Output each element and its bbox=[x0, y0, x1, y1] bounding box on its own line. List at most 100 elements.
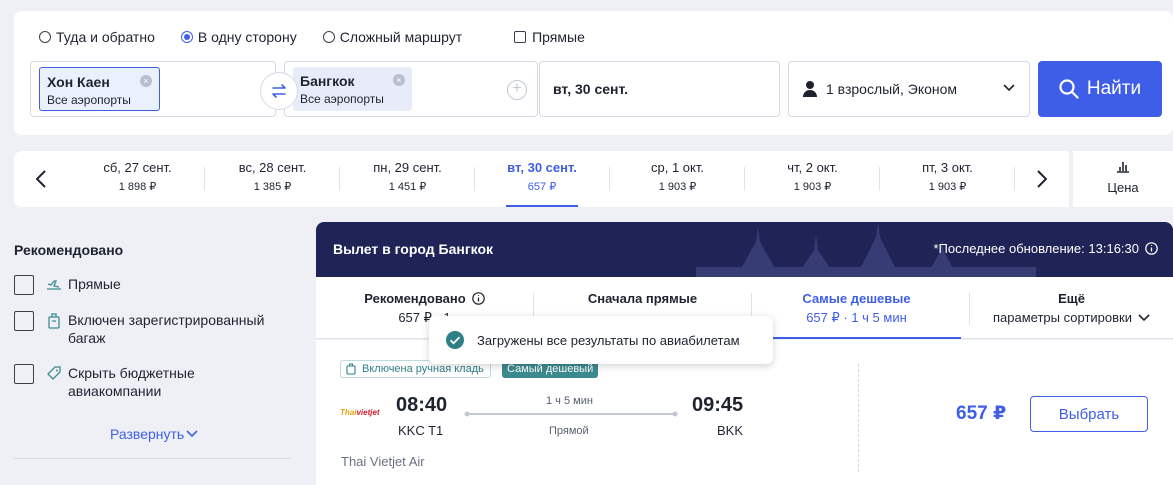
clear-destination-icon[interactable]: × bbox=[392, 74, 405, 86]
sort-title: Сначала прямые bbox=[587, 291, 698, 306]
radio-round[interactable] bbox=[39, 31, 51, 43]
filter-direct[interactable]: Прямые bbox=[14, 275, 121, 295]
swap-icon bbox=[272, 84, 286, 98]
info-icon[interactable] bbox=[471, 292, 485, 305]
luggage-icon bbox=[48, 313, 60, 329]
date-option[interactable]: ср, 1 окт. 1 903 ₽ bbox=[610, 151, 745, 207]
flight-duration: 1 ч 5 мин bbox=[546, 395, 593, 407]
trip-type-round-label: Туда и обратно bbox=[56, 29, 155, 45]
luggage-icon bbox=[346, 363, 356, 375]
arrival-time: 09:45 bbox=[692, 394, 744, 416]
destination-airports: Все аэропорты bbox=[300, 92, 384, 106]
date-option-selected[interactable]: вт, 30 сент. 657 ₽ bbox=[506, 151, 578, 207]
search-icon bbox=[1059, 79, 1079, 99]
trip-type-oneway[interactable]: В одну сторону bbox=[180, 29, 297, 45]
date-field[interactable]: вт, 30 сент. bbox=[539, 61, 780, 117]
sort-cheapest[interactable]: Самые дешевые 657 ₽ · 1 ч 5 мин bbox=[752, 277, 961, 339]
arrival-airport: BKK bbox=[717, 423, 744, 438]
expand-label: Развернуть bbox=[110, 426, 185, 442]
airline-logo-text: vietjet bbox=[356, 408, 380, 417]
info-icon[interactable] bbox=[1145, 242, 1158, 255]
direct-only-checkbox[interactable]: Прямые bbox=[514, 29, 585, 45]
date-option[interactable]: чт, 2 окт. 1 903 ₽ bbox=[745, 151, 880, 207]
search-panel: Туда и обратно В одну сторону Сложный ма… bbox=[14, 11, 1173, 135]
expand-filters-button[interactable]: Развернуть bbox=[110, 426, 198, 442]
date-option-label: сб, 27 сент. bbox=[103, 160, 172, 175]
divider bbox=[858, 364, 859, 472]
ticket-price: 657 ₽ bbox=[956, 403, 1007, 424]
chevron-down-icon bbox=[1138, 313, 1150, 321]
date-option-price: 1 385 ₽ bbox=[253, 181, 292, 193]
date-option-price: 1 903 ₽ bbox=[928, 181, 967, 193]
search-button-label: Найти bbox=[1086, 78, 1142, 99]
filter-budget[interactable]: Скрыть бюджетные авиакомпании bbox=[14, 364, 268, 400]
sort-subtitle: параметры сортировки bbox=[993, 310, 1132, 325]
filters-title: Рекомендовано bbox=[14, 242, 124, 258]
bar-chart-icon bbox=[1117, 162, 1129, 173]
swap-button[interactable] bbox=[260, 72, 298, 110]
direct-checkbox-box[interactable] bbox=[514, 31, 527, 43]
sort-title: Ещё bbox=[1058, 291, 1085, 306]
origin-chip[interactable]: Хон Каен Все аэропорты × bbox=[39, 67, 160, 111]
filter-checkbox[interactable] bbox=[14, 275, 34, 295]
divider bbox=[474, 167, 475, 191]
destination-chip[interactable]: Бангкок Все аэропорты × bbox=[293, 67, 412, 111]
plane-icon bbox=[47, 280, 61, 290]
destination-city: Бангкок bbox=[300, 73, 355, 89]
trip-type-round[interactable]: Туда и обратно bbox=[39, 29, 155, 45]
date-option-label: ср, 1 окт. bbox=[651, 160, 704, 175]
departure-airport: KKC T1 bbox=[398, 423, 444, 438]
date-option-label: чт, 2 окт. bbox=[787, 160, 838, 175]
date-option[interactable]: пт, 3 окт. 1 903 ₽ bbox=[880, 151, 1015, 207]
toast-text: Загружены все результаты по авиабилетам bbox=[477, 332, 740, 348]
divider bbox=[14, 458, 291, 459]
date-option[interactable]: сб, 27 сент. 1 898 ₽ bbox=[70, 151, 205, 207]
date-option[interactable]: вс, 28 сент. 1 385 ₽ bbox=[205, 151, 340, 207]
last-updated-text: *Последнее обновление: 13:16:30 bbox=[933, 241, 1139, 256]
airline-logo-text: Thai bbox=[340, 408, 357, 417]
sort-more[interactable]: Ещё параметры сортировки bbox=[970, 277, 1173, 339]
price-chart-tab[interactable]: Цена bbox=[1073, 151, 1173, 207]
trip-type-multi-label: Сложный маршрут bbox=[339, 29, 463, 45]
add-destination-icon[interactable]: + bbox=[507, 80, 527, 100]
trip-type-options: Туда и обратно В одну сторону Сложный ма… bbox=[39, 29, 611, 45]
chevron-down-icon bbox=[186, 430, 198, 438]
origin-airports: Все аэропорты bbox=[47, 93, 131, 107]
trip-type-multi[interactable]: Сложный маршрут bbox=[322, 29, 463, 45]
radio-multi[interactable] bbox=[322, 31, 335, 43]
results-header: Вылет в город Бангкок *Последнее обновле… bbox=[316, 222, 1173, 277]
last-updated: *Последнее обновление: 13:16:30 bbox=[933, 241, 1158, 256]
hand-luggage-text: Включена ручная кладь bbox=[362, 363, 484, 375]
airline-logo: Thaivietjet bbox=[340, 408, 380, 417]
date-option-price: 657 ₽ bbox=[527, 181, 557, 193]
next-dates-button[interactable] bbox=[1030, 167, 1054, 191]
clear-origin-icon[interactable]: × bbox=[139, 75, 152, 87]
prev-dates-button[interactable] bbox=[29, 167, 53, 191]
person-icon bbox=[803, 81, 817, 97]
sort-subtitle: 657 ₽ · 1 ч 5 мин bbox=[806, 310, 907, 325]
route-line bbox=[464, 411, 678, 417]
filter-baggage[interactable]: Включен зарегистрированный багаж bbox=[14, 311, 288, 347]
stops-info: Прямой bbox=[549, 425, 589, 437]
sort-title: Самые дешевые bbox=[802, 291, 911, 306]
toast-notification: Загружены все результаты по авиабилетам bbox=[429, 316, 773, 364]
search-button[interactable]: Найти bbox=[1038, 61, 1162, 117]
tag-icon bbox=[47, 366, 61, 380]
chevron-left-icon bbox=[36, 170, 46, 188]
select-ticket-button[interactable]: Выбрать bbox=[1030, 396, 1148, 432]
origin-field[interactable]: Хон Каен Все аэропорты × bbox=[30, 61, 276, 117]
date-option[interactable]: пн, 29 сент. 1 451 ₽ bbox=[340, 151, 475, 207]
date-option-price: 1 903 ₽ bbox=[793, 181, 832, 193]
filter-checkbox[interactable] bbox=[14, 364, 34, 384]
date-option-price: 1 451 ₽ bbox=[388, 181, 427, 193]
filter-label: Прямые bbox=[68, 276, 121, 292]
passengers-field[interactable]: 1 взрослый, Эконом bbox=[788, 61, 1030, 117]
radio-oneway[interactable] bbox=[180, 31, 193, 43]
destination-field[interactable]: Бангкок Все аэропорты × + bbox=[284, 61, 538, 117]
price-tab-label: Цена bbox=[1107, 180, 1139, 195]
date-option-price: 1 903 ₽ bbox=[658, 181, 697, 193]
chevron-down-icon bbox=[1003, 84, 1015, 92]
filter-checkbox[interactable] bbox=[14, 311, 34, 331]
results-title: Вылет в город Бангкок bbox=[333, 241, 494, 257]
filter-label: Включен зарегистрированный багаж bbox=[68, 312, 265, 346]
